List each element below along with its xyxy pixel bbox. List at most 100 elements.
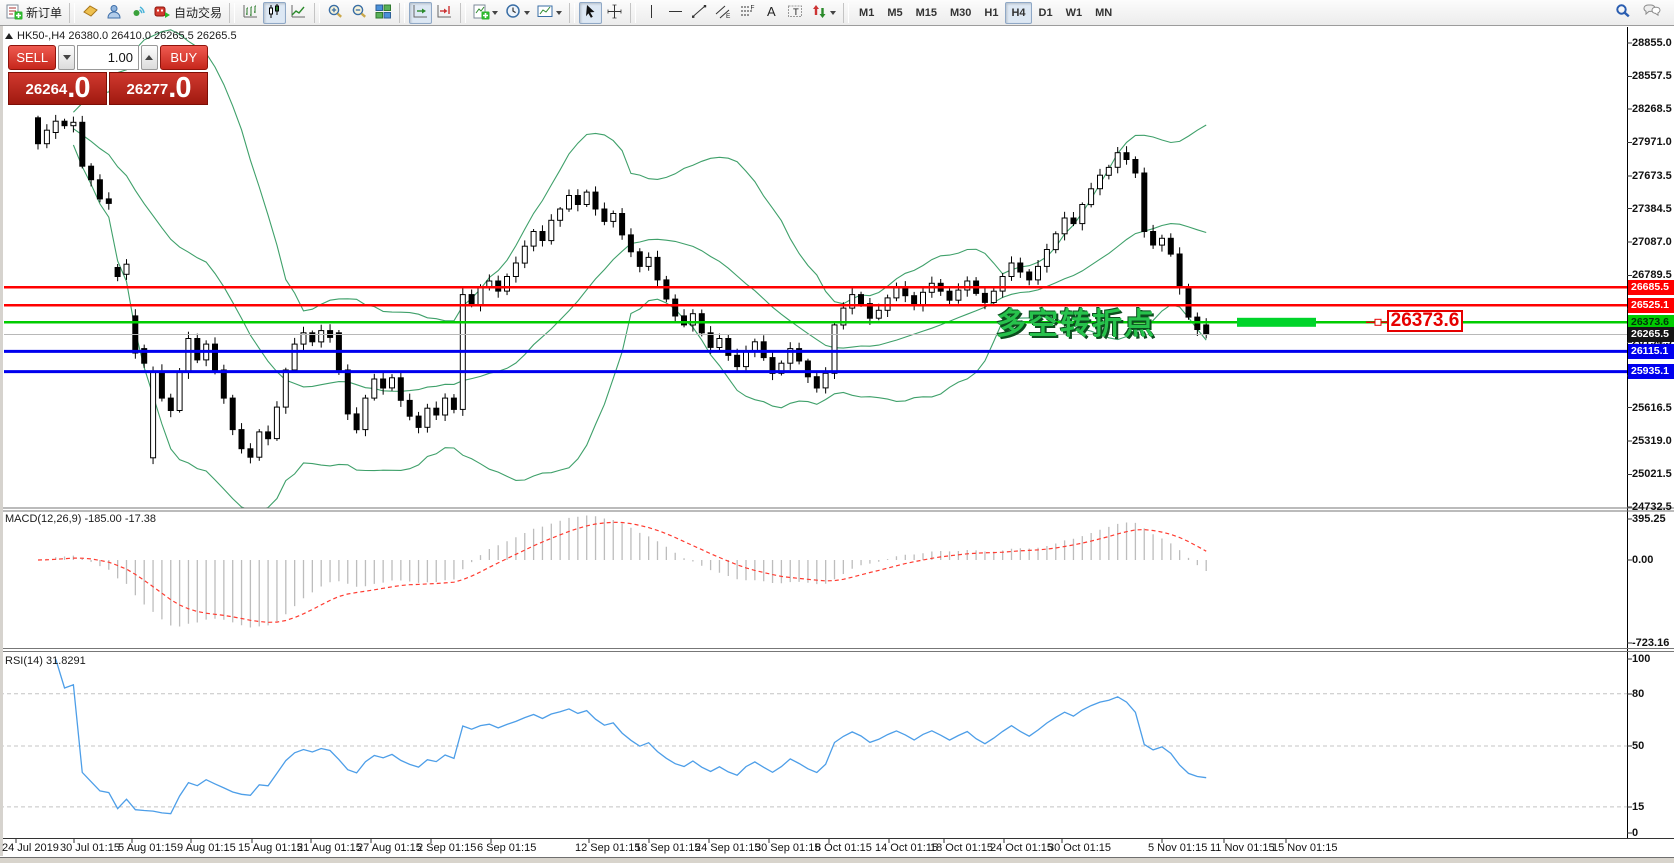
price-axis-tick: 25616.5 <box>1632 402 1672 414</box>
price-axis-tick: 28268.5 <box>1632 103 1672 115</box>
horizontal-line-button[interactable] <box>664 2 687 24</box>
symbol-ohlc-text: HK50-,H4 26380.0 26410.0 26265.5 26265.5 <box>17 30 237 42</box>
arrows-dropdown-caret[interactable] <box>830 11 836 18</box>
styler-button[interactable] <box>79 2 102 24</box>
equidistant-channel-icon: E <box>715 3 732 23</box>
price-axis-flag: 26525.1 <box>1628 298 1674 313</box>
price-axis-tick: 25021.5 <box>1632 468 1672 480</box>
zoom-in-button[interactable] <box>324 2 347 24</box>
chart-shift-button[interactable] <box>433 2 456 24</box>
candlestick-chart-icon <box>266 3 283 23</box>
volume-increase-button[interactable] <box>141 45 158 70</box>
arrows-button[interactable] <box>808 2 839 24</box>
time-axis-label: 24 Oct 01:15 <box>990 842 1053 854</box>
new-order-icon <box>6 3 23 23</box>
buy-price: 26277 <box>127 77 169 103</box>
bar-chart-button[interactable] <box>239 2 262 24</box>
main-price-panel[interactable] <box>4 30 1627 510</box>
volume-input[interactable] <box>77 45 139 70</box>
buy-price-panel[interactable]: 26277 .0 <box>109 72 208 105</box>
sell-price-pips: .0 <box>67 74 89 103</box>
line-chart-button[interactable] <box>287 2 310 24</box>
volume-decrease-button[interactable] <box>58 45 75 70</box>
templates-button[interactable] <box>534 2 565 24</box>
crosshair-button[interactable] <box>603 2 626 24</box>
vertical-line-button[interactable] <box>640 2 663 24</box>
zoom-in-icon <box>327 3 344 23</box>
signals-icon <box>130 3 147 23</box>
time-axis-label: 24 Jul 2019 <box>2 842 59 854</box>
time-axis-label: 8 Oct 01:15 <box>815 842 872 854</box>
price-axis-flag: 26115.1 <box>1628 344 1674 359</box>
autotrading-label: 自动交易 <box>174 4 222 21</box>
timeframe-button-h4[interactable]: H4 <box>1005 2 1031 24</box>
price-axis-tick: 27384.5 <box>1632 203 1672 215</box>
macd-indicator-label: MACD(12,26,9) -185.00 -17.38 <box>5 513 156 525</box>
zoom-out-button[interactable] <box>348 2 371 24</box>
cursor-button[interactable] <box>579 2 602 24</box>
autotrading-button[interactable]: 自动交易 <box>151 2 225 24</box>
chart-collapse-icon[interactable] <box>5 29 13 39</box>
periods-button[interactable] <box>502 2 533 24</box>
rsi-axis-tick: 80 <box>1632 688 1644 700</box>
price-axis-flag: 25935.1 <box>1628 364 1674 379</box>
timeframe-button-m1[interactable]: M1 <box>853 2 880 24</box>
fibonacci-button[interactable]: F <box>736 2 759 24</box>
sell-price-panel[interactable]: 26264 .0 <box>8 72 107 105</box>
svg-text:T: T <box>793 7 799 18</box>
equidistant-channel-button[interactable]: E <box>712 2 735 24</box>
search-button[interactable] <box>1611 2 1635 24</box>
periods-dropdown-caret[interactable] <box>524 11 530 18</box>
time-axis-label: 11 Nov 01:15 <box>1210 842 1275 854</box>
line-chart-icon <box>290 3 307 23</box>
auto-scroll-icon <box>412 3 429 23</box>
chart-title-ohlc: HK50-,H4 26380.0 26410.0 26265.5 26265.5 <box>5 30 237 42</box>
new-order-button[interactable]: 新订单 <box>3 2 65 24</box>
price-axis-tick: 27087.0 <box>1632 236 1672 248</box>
community-button[interactable] <box>103 2 126 24</box>
rsi-panel[interactable] <box>0 659 1627 814</box>
toolbar-separator <box>460 3 466 23</box>
chart-frame <box>0 27 1674 843</box>
volume-decrease-icon <box>63 55 71 64</box>
time-axis-label: 24 Sep 01:15 <box>695 842 760 854</box>
candles <box>36 115 1209 464</box>
chart-text-annotation[interactable]: 多空转折点 <box>996 299 1156 343</box>
price-axis-tick: 27971.0 <box>1632 136 1672 148</box>
timeframe-button-w1[interactable]: W1 <box>1060 2 1089 24</box>
tile-windows-button[interactable] <box>372 2 395 24</box>
macd-panel[interactable] <box>38 516 1206 628</box>
signals-button[interactable] <box>127 2 150 24</box>
text-label-button[interactable]: T <box>784 2 807 24</box>
time-axis-label: 9 Aug 01:15 <box>177 842 236 854</box>
time-axis-label: 14 Oct 01:15 <box>875 842 938 854</box>
sell-button[interactable]: SELL <box>8 45 56 70</box>
candlestick-chart-button[interactable] <box>263 2 286 24</box>
buy-button[interactable]: BUY <box>160 45 208 70</box>
timeframe-button-m15[interactable]: M15 <box>910 2 943 24</box>
timeframe-bar: M1M5M15M30H1H4D1W1MN <box>853 2 1118 24</box>
timeframe-button-m5[interactable]: M5 <box>881 2 908 24</box>
auto-scroll-button[interactable] <box>409 2 432 24</box>
price-axis-tick: 28557.5 <box>1632 70 1672 82</box>
time-axis-label: 15 Aug 01:15 <box>238 842 303 854</box>
label-anchor-marker <box>1375 319 1381 325</box>
text-button[interactable]: A <box>760 2 783 24</box>
rsi-indicator-label: RSI(14) 31.8291 <box>5 655 86 667</box>
indicators-dropdown-caret[interactable] <box>492 11 498 18</box>
highlight-segment[interactable] <box>1237 318 1316 327</box>
timeframe-button-m30[interactable]: M30 <box>944 2 977 24</box>
timeframe-button-d1[interactable]: D1 <box>1033 2 1059 24</box>
price-level-label[interactable]: 26373.6 <box>1387 310 1463 332</box>
timeframe-button-h1[interactable]: H1 <box>978 2 1004 24</box>
timeframe-button-mn[interactable]: MN <box>1089 2 1118 24</box>
rsi-axis-tick: 50 <box>1632 740 1644 752</box>
templates-dropdown-caret[interactable] <box>556 11 562 18</box>
time-axis-label: 2 Sep 01:15 <box>417 842 476 854</box>
chart-canvas[interactable] <box>0 26 1674 863</box>
toolbar: 新订单 自动交易 <box>0 0 1674 26</box>
price-axis-flag: 26685.5 <box>1628 280 1674 295</box>
indicators-button[interactable] <box>470 2 501 24</box>
chat-button[interactable] <box>1639 2 1665 24</box>
trendline-button[interactable] <box>688 2 711 24</box>
